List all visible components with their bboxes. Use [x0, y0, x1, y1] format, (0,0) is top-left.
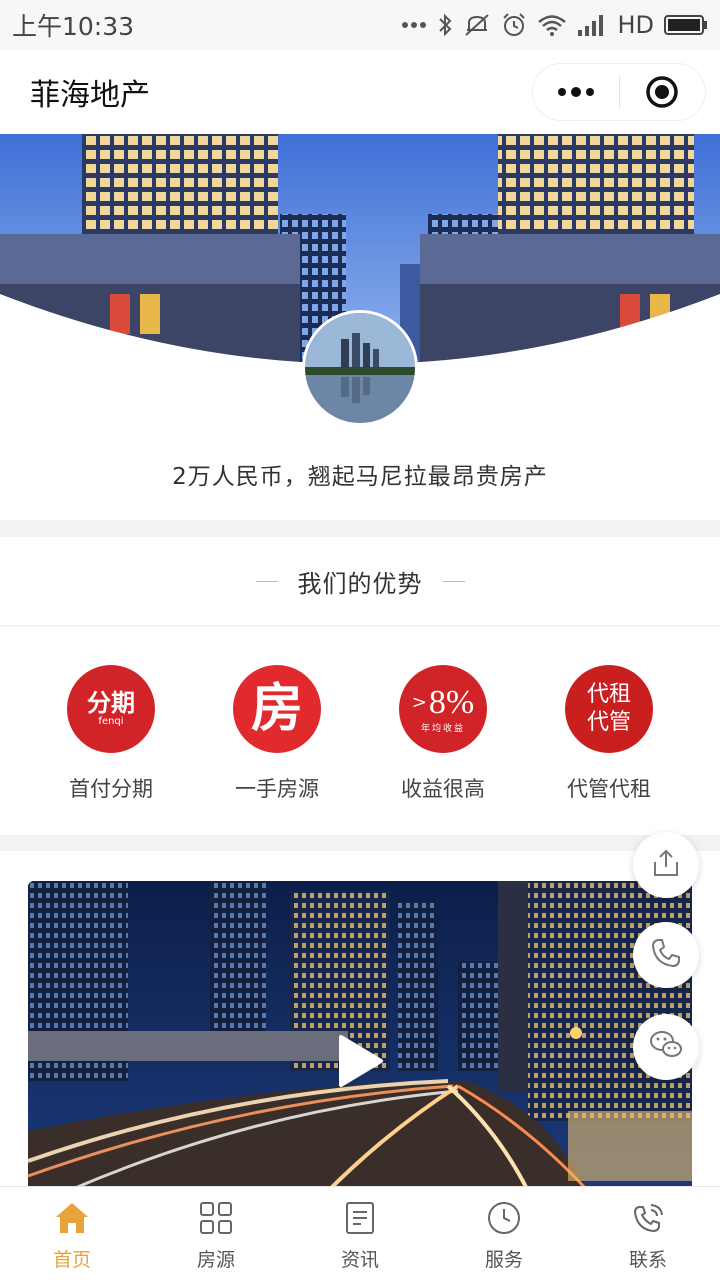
advantage-management[interactable]: 代租 代管 代管代租: [529, 665, 689, 803]
title-line-right: [442, 580, 465, 582]
play-icon[interactable]: [335, 1033, 385, 1093]
advantage-label: 首付分期: [69, 777, 153, 801]
signal-icon: [577, 13, 607, 37]
status-icons: HD: [401, 11, 708, 39]
advantage-label: 一手房源: [235, 777, 319, 801]
page-title: 菲海地产: [30, 78, 150, 113]
advantages-header: 我们的优势: [0, 537, 720, 625]
share-icon: [651, 848, 681, 882]
header: 菲海地产: [0, 50, 720, 134]
wechat-button[interactable]: [633, 1014, 699, 1080]
advantage-label: 收益很高: [401, 777, 485, 801]
grid-icon: [199, 1201, 233, 1239]
tab-bar: 首页 房源 资讯 服务 联系: [0, 1186, 720, 1280]
phone-icon: [650, 937, 682, 973]
tab-label: 房源: [196, 1249, 235, 1271]
installment-icon: 分期 fenqi: [67, 665, 155, 753]
tab-label: 首页: [52, 1249, 91, 1271]
video-player[interactable]: [28, 881, 692, 1191]
mini-program-capsule: [532, 63, 706, 121]
advantage-high-yield[interactable]: > 8% 年均收益 收益很高: [363, 665, 523, 803]
network-type: HD: [617, 11, 654, 39]
hero-slogan: 2万人民币，翘起马尼拉最昂贵房产: [172, 464, 548, 490]
yield-sub: 年均收益: [420, 723, 465, 734]
phone-call-icon: [631, 1201, 665, 1239]
battery-icon: [664, 14, 708, 36]
tab-home[interactable]: 首页: [0, 1187, 144, 1280]
mute-icon: [463, 12, 491, 38]
dots-icon: [401, 21, 427, 29]
status-bar: 上午10:33 HD: [0, 0, 720, 50]
home-icon: [54, 1201, 90, 1239]
bluetooth-icon: [437, 12, 453, 38]
advantage-installment[interactable]: 分期 fenqi 首付分期: [31, 665, 191, 803]
yield-percent-icon: > 8% 年均收益: [399, 665, 487, 753]
alarm-icon: [501, 12, 527, 38]
management-icon-line1: 代租: [586, 682, 631, 707]
avatar: [302, 310, 418, 426]
installment-icon-text: 分期: [87, 689, 135, 717]
advantage-label: 代管代租: [567, 777, 651, 801]
advantage-first-hand[interactable]: 房 一手房源: [197, 665, 357, 803]
management-icon: 代租 代管: [565, 665, 653, 753]
house-char-icon: 房: [233, 665, 321, 753]
tab-contact[interactable]: 联系: [576, 1187, 720, 1280]
target-close-icon[interactable]: [620, 64, 706, 120]
document-icon: [344, 1201, 376, 1239]
tab-news[interactable]: 资讯: [288, 1187, 432, 1280]
yield-prefix: >: [411, 692, 427, 713]
advantages-title: 我们的优势: [297, 569, 423, 598]
wechat-icon: [649, 1030, 683, 1064]
tab-label: 资讯: [340, 1249, 379, 1271]
title-line-left: [255, 580, 278, 582]
status-time: 上午10:33: [12, 12, 135, 41]
share-button[interactable]: [633, 832, 699, 898]
house-char-icon-text: 房: [250, 679, 303, 739]
more-dots-icon[interactable]: [533, 64, 619, 120]
tab-label: 联系: [628, 1249, 667, 1271]
advantages-list: 分期 fenqi 首付分期 房 一手房源 > 8% 年均收益 收益很高 代租 代…: [0, 627, 720, 835]
tab-label: 服务: [484, 1249, 523, 1271]
installment-icon-sub: fenqi: [98, 716, 124, 727]
tab-service[interactable]: 服务: [432, 1187, 576, 1280]
clock-icon: [487, 1201, 521, 1239]
phone-button[interactable]: [633, 922, 699, 988]
tab-listings[interactable]: 房源: [144, 1187, 288, 1280]
hero-banner: 2万人民币，翘起马尼拉最昂贵房产: [0, 134, 720, 520]
video-section: [0, 851, 720, 1191]
yield-value: 8%: [428, 683, 475, 721]
management-icon-line2: 代管: [586, 710, 631, 735]
wifi-icon: [537, 13, 567, 37]
